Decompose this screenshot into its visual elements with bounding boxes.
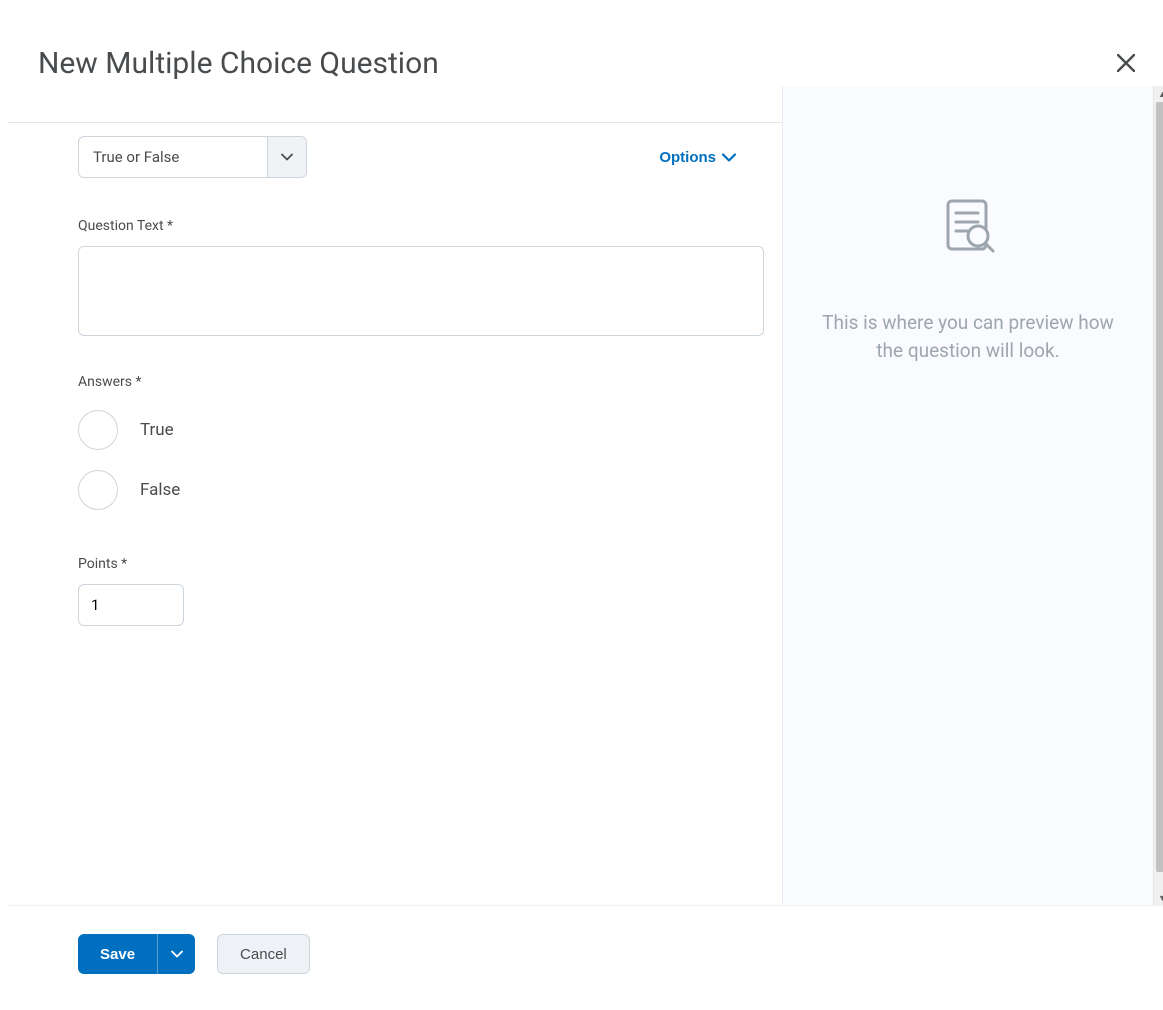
editor-panel: True or False Options Question Text * An… (8, 86, 782, 906)
question-type-label: True or False (79, 137, 267, 177)
answer-radio-true[interactable] (78, 410, 118, 450)
save-button[interactable]: Save (78, 934, 157, 974)
chevron-down-icon (722, 153, 736, 162)
scroll-thumb[interactable] (1156, 102, 1163, 872)
points-label: Points * (78, 556, 742, 572)
points-input[interactable] (78, 584, 184, 626)
options-button[interactable]: Options (653, 148, 742, 167)
close-button[interactable] (1111, 48, 1141, 78)
close-icon (1117, 54, 1135, 72)
points-section: Points * (78, 556, 742, 626)
cancel-button[interactable]: Cancel (217, 934, 310, 974)
type-options-row: True or False Options (78, 136, 742, 178)
options-label: Options (659, 149, 716, 166)
answer-row-true: True (78, 410, 742, 450)
save-dropdown-button[interactable] (157, 934, 195, 974)
scroll-arrow-up[interactable]: ▲ (1154, 86, 1163, 102)
dialog-title: New Multiple Choice Question (38, 46, 439, 81)
preview-placeholder-text: This is where you can preview how the qu… (813, 309, 1123, 364)
dialog-footer: Save Cancel (8, 905, 1163, 1002)
question-text-label: Question Text * (78, 218, 742, 234)
main-container: True or False Options Question Text * An… (8, 86, 1163, 906)
answer-row-false: False (78, 470, 742, 510)
preview-placeholder-icon (938, 196, 998, 260)
answers-label: Answers * (78, 374, 742, 390)
question-type-dropdown[interactable]: True or False (78, 136, 307, 178)
save-button-group: Save (78, 934, 195, 974)
answer-label: False (140, 480, 180, 500)
question-text-input[interactable] (78, 246, 764, 336)
answer-radio-false[interactable] (78, 470, 118, 510)
question-type-caret (267, 137, 306, 177)
scrollbar[interactable]: ▲ ▼ (1153, 86, 1163, 906)
document-preview-icon (938, 196, 998, 256)
chevron-down-icon (171, 950, 183, 958)
chevron-down-icon (281, 153, 293, 161)
scroll-arrow-down[interactable]: ▼ (1154, 890, 1163, 906)
preview-panel: This is where you can preview how the qu… (782, 86, 1153, 906)
answers-section: Answers * True False (78, 374, 742, 510)
answer-label: True (140, 420, 174, 440)
